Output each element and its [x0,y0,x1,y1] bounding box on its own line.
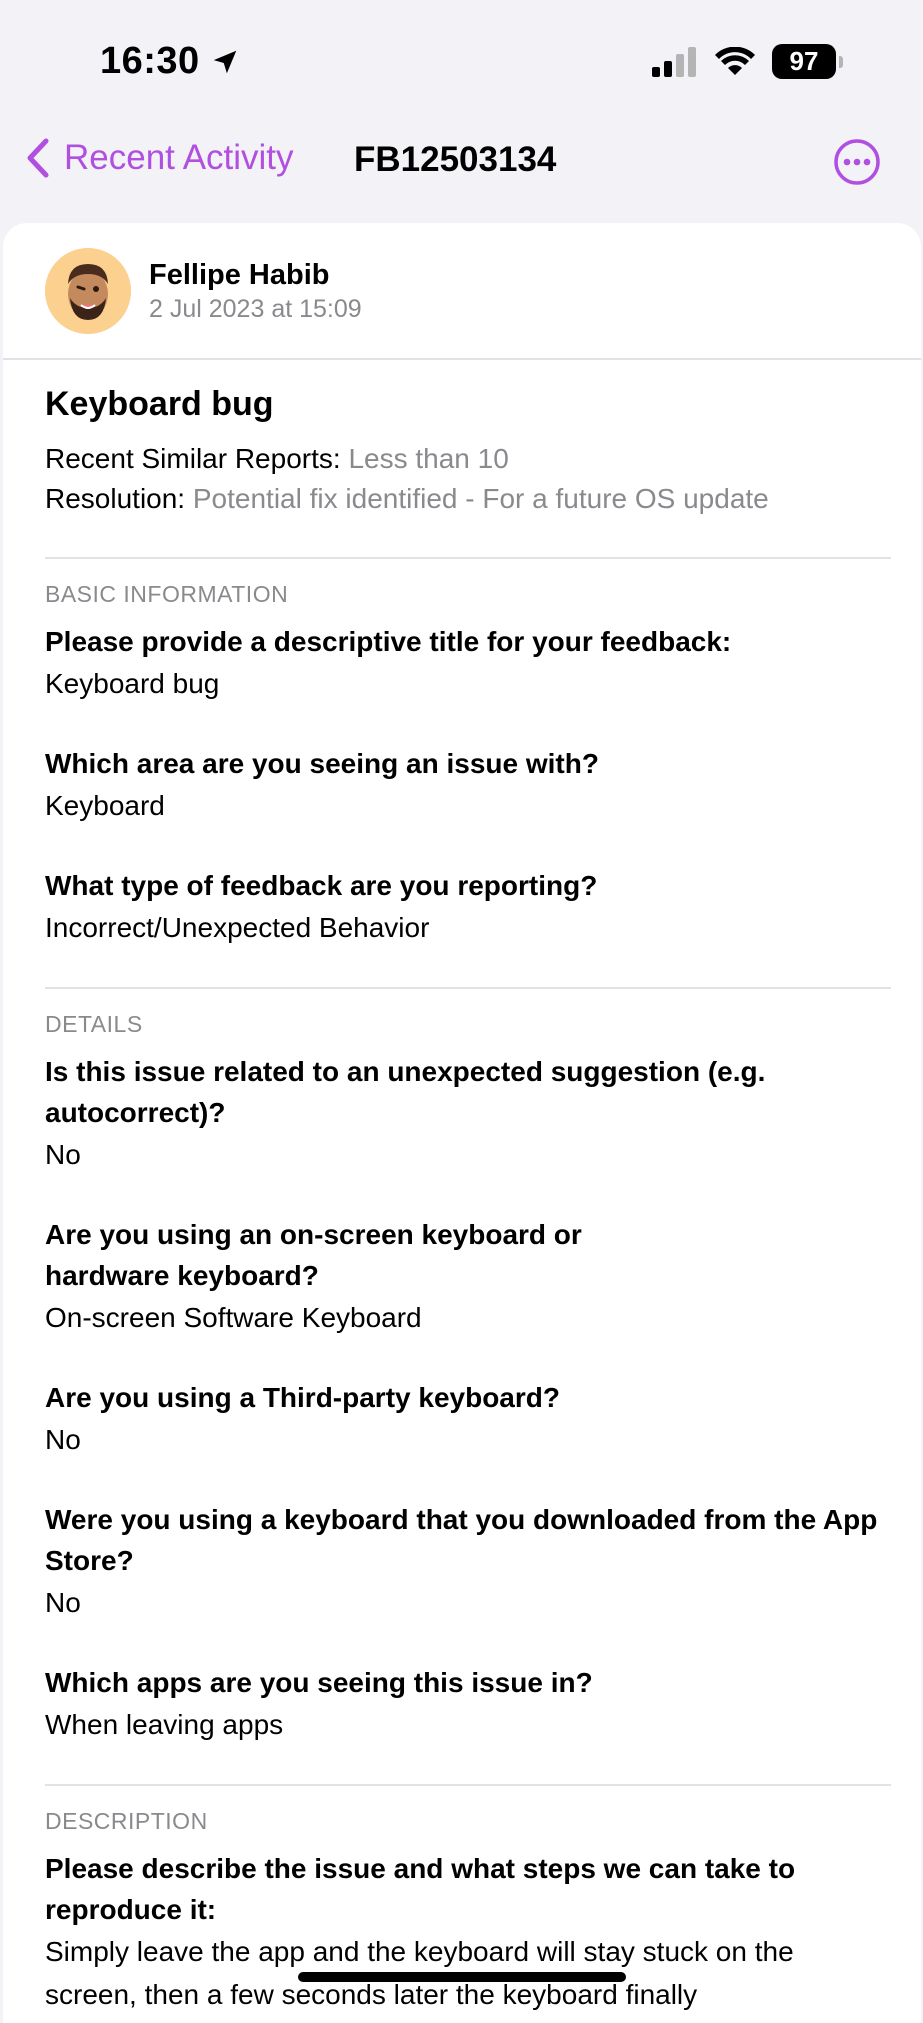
avatar [45,248,131,334]
nav-bar: Recent Activity FB12503134 [0,130,923,194]
feedback-card: Fellipe Habib 2 Jul 2023 at 15:09 Keyboa… [3,223,921,2023]
section-heading: DETAILS [45,1011,143,1037]
answer: Keyboard [45,790,165,821]
page-title: FB12503134 [354,140,557,179]
ellipsis-circle-icon [834,139,880,185]
section-divider [45,557,891,559]
qa-item: Were you using a keyboard that you downl… [45,1499,891,1624]
question: Is this issue related to an unexpected s… [45,1056,766,1128]
answer: On-screen Software Keyboard [45,1302,422,1333]
question: Which apps are you seeing this issue in? [45,1667,593,1698]
qa-item: Which area are you seeing an issue with?… [45,743,891,827]
status-bar: 16:30 97 [0,0,923,120]
battery-level: 97 [772,44,836,79]
similar-reports-value: Less than 10 [348,443,509,474]
author-date: 2 Jul 2023 at 15:09 [149,295,362,323]
answer: Keyboard bug [45,668,220,699]
qa-item: Please describe the issue and what steps… [45,1848,891,2016]
qa-item: Please provide a descriptive title for y… [45,621,891,705]
author-header: Fellipe Habib 2 Jul 2023 at 15:09 [3,223,921,360]
question: Were you using a keyboard that you downl… [45,1504,878,1576]
battery-indicator: 97 [772,44,843,79]
answer: When leaving apps [45,1709,284,1740]
chevron-left-icon [27,138,49,178]
question: Please describe the issue and what steps… [45,1853,796,1925]
battery-cap [839,55,843,68]
resolution-label: Resolution: [45,483,186,514]
question: Are you using a Third-party keyboard? [45,1382,560,1413]
author-name: Fellipe Habib [149,259,330,291]
cellular-signal-icon [652,46,696,77]
section-heading: BASIC INFORMATION [45,581,289,607]
more-options-button[interactable] [833,138,881,191]
resolution-line: Resolution: Potential fix identified - F… [45,479,891,519]
location-arrow-icon [213,50,236,73]
status-icons: 97 [650,44,843,79]
memoji-avatar-icon [45,248,131,334]
status-time: 16:30 [100,40,240,83]
question: What type of feedback are you reporting? [45,870,598,901]
similar-reports-label: Recent Similar Reports: [45,443,341,474]
report-content: Keyboard bug Recent Similar Reports: Les… [45,383,891,2016]
question: Which area are you seeing an issue with? [45,748,599,779]
qa-item: Are you using a Third-party keyboard? No [45,1377,891,1461]
status-time-label: 16:30 [100,40,200,82]
answer: No [45,1139,81,1170]
section-description: DESCRIPTION Please describe the issue an… [45,1806,891,2016]
qa-item: Which apps are you seeing this issue in?… [45,1662,891,1746]
qa-item: Are you using an on-screen keyboard or h… [45,1214,891,1339]
answer: Incorrect/Unexpected Behavior [45,912,430,943]
similar-reports-line: Recent Similar Reports: Less than 10 [45,439,891,479]
section-basic-information: BASIC INFORMATION Please provide a descr… [45,579,891,949]
section-divider [45,987,891,989]
report-title: Keyboard bug [45,385,274,423]
home-indicator[interactable] [298,1972,626,1982]
wifi-icon [715,46,755,75]
answer: No [45,1424,81,1455]
section-divider [45,1784,891,1786]
section-details: DETAILS Is this issue related to an unex… [45,1009,891,1746]
back-button-label: Recent Activity [64,138,294,177]
section-heading: DESCRIPTION [45,1808,208,1834]
answer: No [45,1587,81,1618]
resolution-value: Potential fix identified - For a future … [192,483,769,514]
question: Are you using an on-screen keyboard or h… [45,1219,582,1291]
qa-item: What type of feedback are you reporting?… [45,865,891,949]
question: Please provide a descriptive title for y… [45,626,732,657]
qa-item: Is this issue related to an unexpected s… [45,1051,891,1176]
back-button[interactable]: Recent Activity [26,138,294,178]
